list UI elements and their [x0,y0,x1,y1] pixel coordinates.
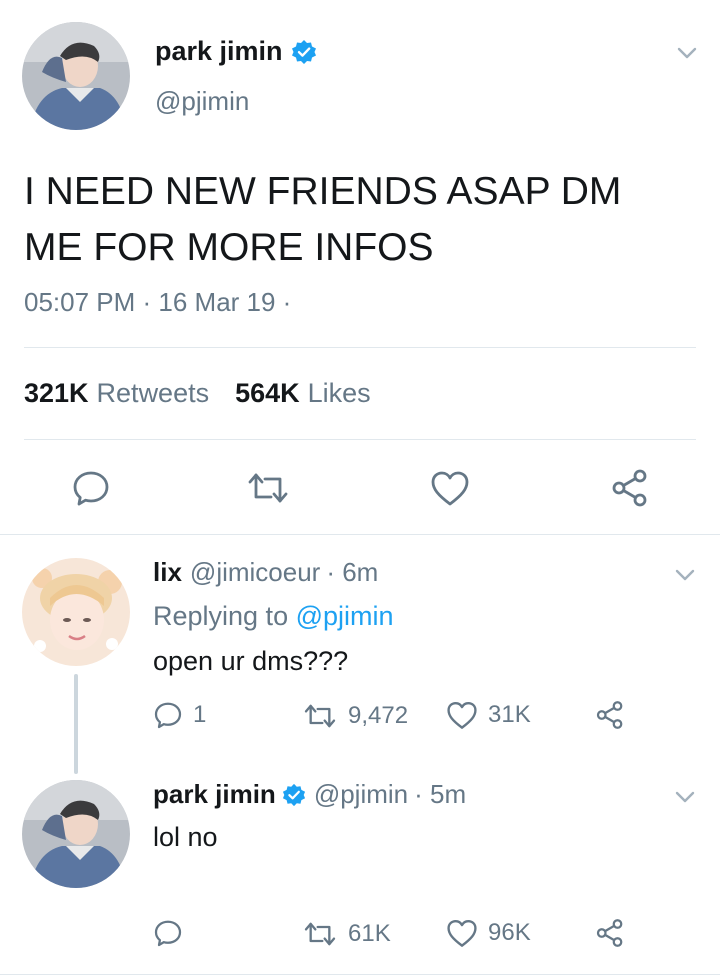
share-icon[interactable] [595,918,625,948]
like-button[interactable]: 96K [446,918,531,948]
retweet-icon [304,922,336,946]
tweet-stats: 321K Retweets 564K Likes [24,378,371,409]
display-name[interactable]: park jimin [155,36,283,67]
retweet-count: 61K [348,920,391,947]
section-divider [0,534,720,535]
tweet-timestamp[interactable]: 05:07 PM · 16 Mar 19 · [24,287,291,318]
reply-button[interactable] [153,918,193,948]
section-divider [0,974,720,975]
reply-count: 1 [193,701,207,728]
retweet-button[interactable]: 9,472 [302,702,408,730]
reply-time[interactable]: · 6m [326,557,378,588]
user-handle[interactable]: @jimicoeur [190,557,320,588]
reply-text: lol no [153,822,218,852]
retweet-icon [304,704,336,728]
tweet-text-line: I NEED NEW FRIENDS ASAP DM [24,170,622,213]
like-icon[interactable] [430,469,470,507]
retweets-count[interactable]: 321K [24,378,89,409]
reply-text: open ur dms??? [153,646,349,676]
like-button[interactable]: 31K [446,700,531,730]
verified-badge-icon [291,39,317,65]
avatar[interactable] [22,22,130,130]
likes-label[interactable]: Likes [308,378,371,409]
user-handle[interactable]: @pjimin [155,86,249,117]
divider [24,347,696,348]
reply-time[interactable]: · 5m [414,779,466,810]
reply-icon[interactable] [71,468,111,508]
user-handle[interactable]: @pjimin [314,779,408,810]
share-icon[interactable] [595,700,625,730]
like-count: 31K [488,701,531,728]
like-icon [447,701,477,729]
replying-to-link[interactable]: @pjimin [296,601,394,631]
reply-icon [154,920,182,947]
replying-to-label: Replying to [153,601,289,631]
tweet-text: I NEED NEW FRIENDS ASAP DM ME FOR MORE I… [24,164,621,276]
like-icon [447,919,477,947]
reply-icon [154,702,182,729]
retweet-icon[interactable] [246,470,290,506]
retweets-label[interactable]: Retweets [97,378,210,409]
retweet-count: 9,472 [348,702,409,729]
more-options-chevron-icon[interactable] [674,568,696,582]
divider [24,439,696,440]
display-name[interactable]: park jimin [153,779,276,810]
likes-count[interactable]: 564K [235,378,300,409]
share-icon[interactable] [610,468,650,508]
avatar[interactable] [22,558,130,666]
thread-connector-line [74,674,78,774]
more-options-chevron-icon[interactable] [674,790,696,804]
tweet-text-line: ME FOR MORE INFOS [24,226,434,269]
display-name[interactable]: lix [153,557,182,588]
verified-badge-icon [282,783,306,807]
retweet-button[interactable]: 61K [302,920,391,948]
more-options-chevron-icon[interactable] [676,46,698,60]
avatar[interactable] [22,780,130,888]
like-count: 96K [488,919,531,946]
reply-button[interactable]: 1 [153,700,206,730]
